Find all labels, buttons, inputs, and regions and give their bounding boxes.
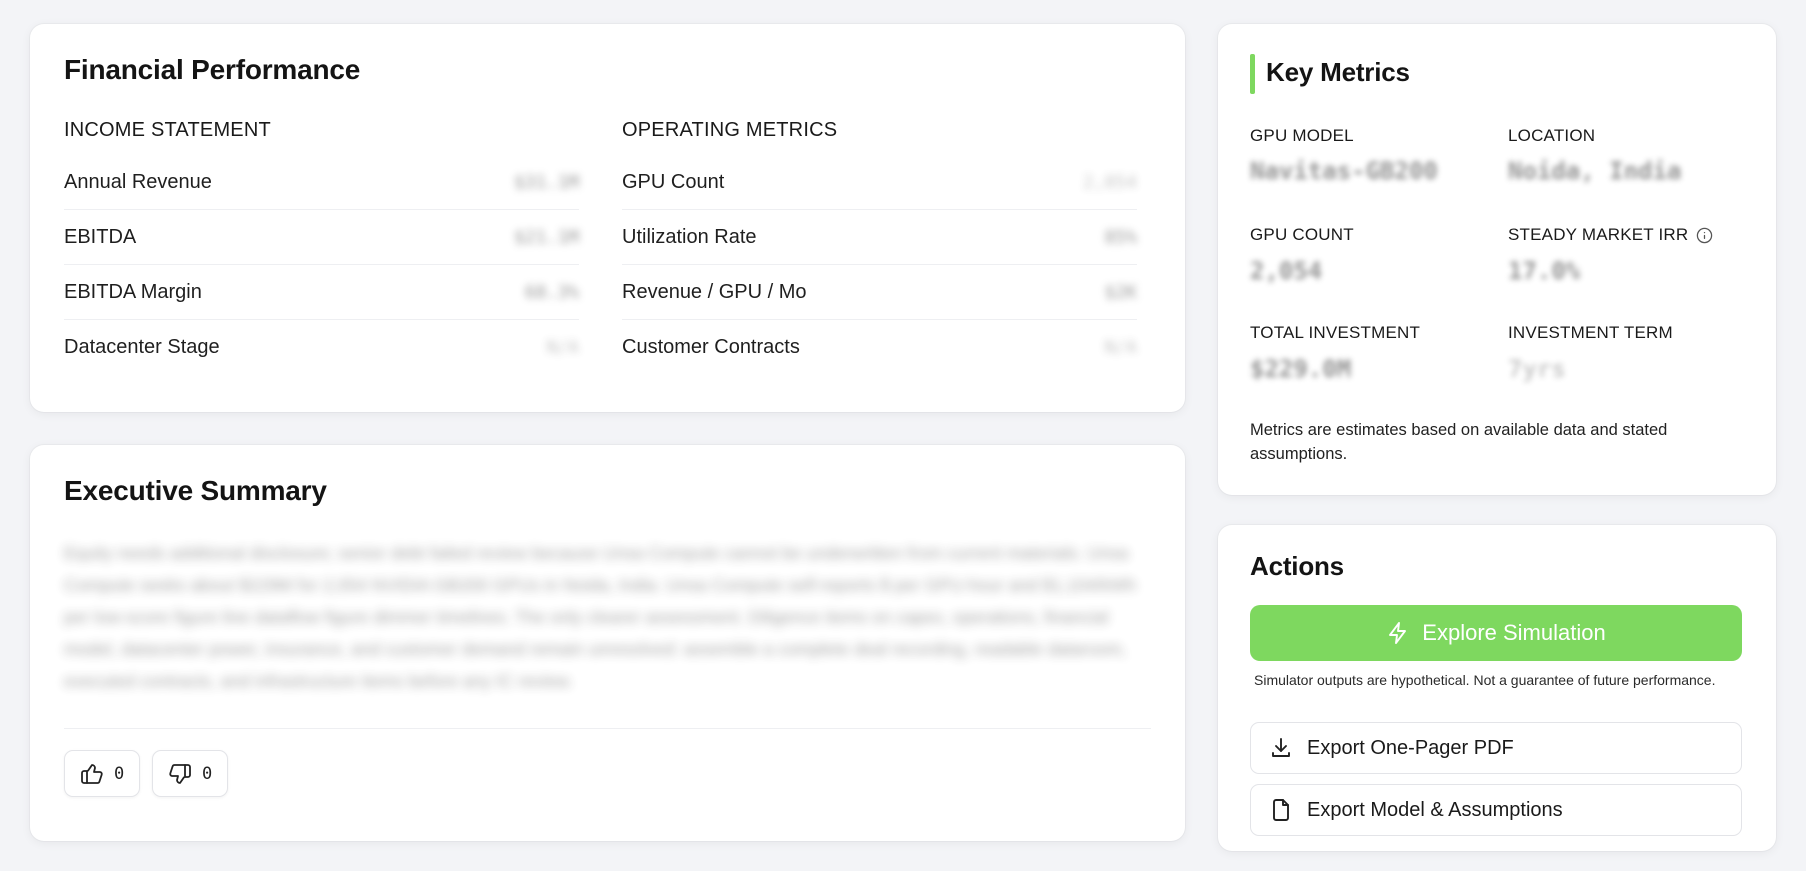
operating-metrics-heading: OPERATING METRICS	[622, 119, 838, 141]
metric-value-investment-term: 7yrs	[1508, 355, 1566, 383]
row-label: Utilization Rate	[622, 225, 757, 248]
financial-performance-card: Financial Performance INCOME STATEMENT O…	[30, 24, 1185, 412]
thumbs-up-icon	[80, 762, 104, 786]
row-label: GPU Count	[622, 170, 725, 193]
operating-row-revenue-per-gpu: Revenue / GPU / Mo $2K	[622, 265, 1137, 320]
operating-row-customer-contracts: Customer Contracts N/A	[622, 320, 1137, 375]
actions-card: Actions Explore Simulation Simulator out…	[1218, 525, 1776, 851]
actions-title: Actions	[1250, 551, 1344, 581]
lightning-icon	[1386, 621, 1410, 645]
thumbs-down-icon	[168, 762, 192, 786]
metric-value-gpu-model: Navitas-GB200	[1250, 157, 1438, 185]
row-value: N/A	[1104, 337, 1137, 358]
row-label: EBITDA Margin	[64, 280, 202, 303]
row-value: 68.3%	[524, 281, 579, 303]
metric-value-gpu-count: 2,054	[1250, 257, 1323, 285]
like-button[interactable]: 0	[64, 750, 141, 797]
financial-performance-title: Financial Performance	[64, 54, 361, 85]
row-label: Customer Contracts	[622, 336, 800, 358]
export-model-label: Export Model & Assumptions	[1307, 798, 1563, 821]
row-value: $2K	[1104, 281, 1137, 303]
executive-summary-title: Executive Summary	[64, 475, 327, 506]
metric-value-steady-market-irr: 17.0%	[1508, 257, 1581, 285]
export-model-button[interactable]: Export Model & Assumptions	[1250, 784, 1742, 836]
income-row-annual-revenue: Annual Revenue $31.1M	[64, 155, 579, 210]
divider	[64, 728, 1151, 729]
executive-summary-text: Equity needs additional disclosure; seni…	[64, 543, 1136, 691]
income-row-ebitda-margin: EBITDA Margin 68.3%	[64, 265, 579, 320]
row-label: Revenue / GPU / Mo	[622, 280, 807, 303]
dislike-count: 0	[202, 763, 213, 784]
row-label: EBITDA	[64, 225, 137, 248]
download-icon	[1269, 736, 1293, 760]
row-value: N/A	[546, 337, 579, 358]
like-count: 0	[114, 763, 125, 784]
key-metrics-title: Key Metrics	[1266, 57, 1410, 87]
file-icon	[1269, 798, 1293, 822]
row-value: 85%	[1104, 226, 1137, 248]
explore-simulation-label: Explore Simulation	[1422, 620, 1606, 645]
metric-value-location: Noida, India	[1508, 157, 1682, 185]
metric-label-investment-term: INVESTMENT TERM	[1508, 323, 1673, 342]
row-value: $31.1M	[513, 171, 579, 193]
export-pdf-button[interactable]: Export One-Pager PDF	[1250, 722, 1742, 774]
dislike-button[interactable]: 0	[152, 750, 229, 797]
metric-label-gpu-model: GPU MODEL	[1250, 126, 1354, 145]
metric-label-location: LOCATION	[1508, 126, 1596, 145]
metric-label-text: STEADY MARKET IRR	[1508, 225, 1689, 244]
row-label: Annual Revenue	[64, 170, 212, 193]
executive-summary-card: Executive Summary Equity needs additiona…	[30, 445, 1185, 841]
metric-value-total-investment: $229.0M	[1250, 355, 1352, 383]
export-pdf-label: Export One-Pager PDF	[1307, 736, 1514, 759]
explore-simulation-button[interactable]: Explore Simulation	[1250, 605, 1742, 661]
info-icon[interactable]	[1696, 227, 1713, 244]
row-label: Datacenter Stage	[64, 336, 220, 358]
accent-bar	[1250, 54, 1255, 94]
row-value: 2,054	[1082, 171, 1137, 193]
operating-row-gpu-count: GPU Count 2,054	[622, 155, 1137, 210]
row-value: $21.1M	[513, 226, 579, 248]
key-metrics-card: Key Metrics GPU MODEL Navitas-GB200 LOCA…	[1218, 24, 1776, 495]
metrics-disclaimer: Metrics are estimates based on available…	[1250, 421, 1668, 463]
income-statement-heading: INCOME STATEMENT	[64, 119, 271, 141]
metric-label-gpu-count: GPU COUNT	[1250, 225, 1354, 244]
income-row-datacenter-stage: Datacenter Stage N/A	[64, 320, 579, 375]
income-row-ebitda: EBITDA $21.1M	[64, 210, 579, 265]
metric-label-total-investment: TOTAL INVESTMENT	[1250, 323, 1421, 342]
operating-row-utilization-rate: Utilization Rate 85%	[622, 210, 1137, 265]
simulator-disclaimer: Simulator outputs are hypothetical. Not …	[1254, 672, 1716, 688]
metric-label-steady-market-irr: STEADY MARKET IRR	[1508, 225, 1713, 245]
